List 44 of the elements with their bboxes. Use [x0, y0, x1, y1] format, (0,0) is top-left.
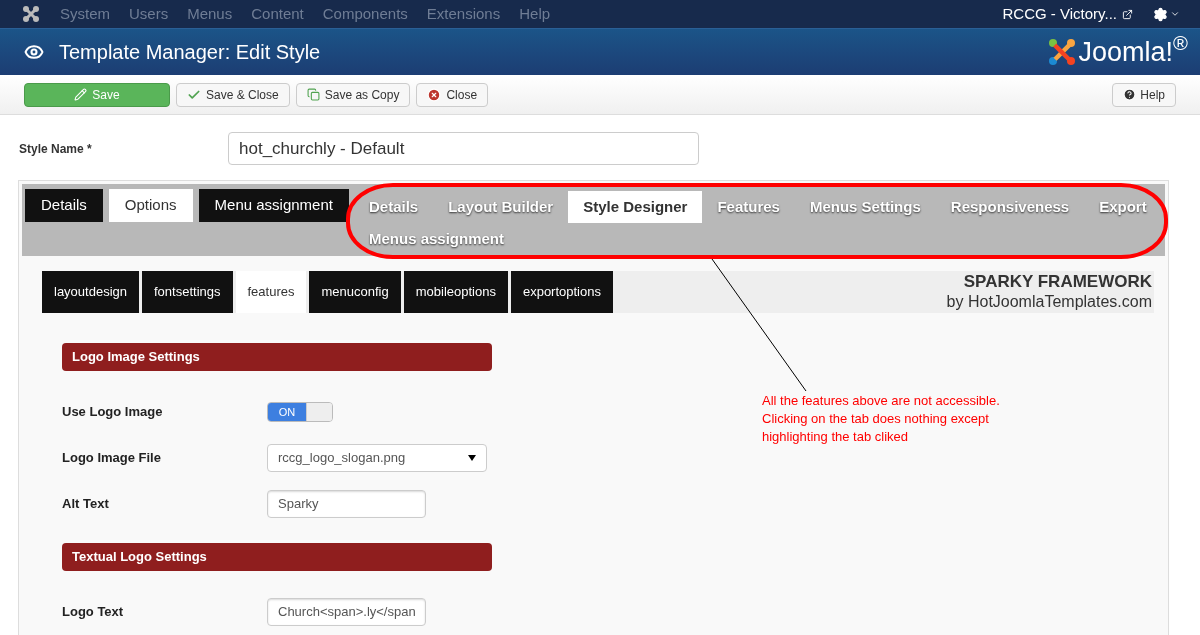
tab[interactable]: fontsettings	[142, 271, 233, 313]
tab[interactable]: Details	[25, 189, 103, 222]
caret-icon	[468, 455, 476, 461]
section-header: Textual Logo Settings	[62, 543, 492, 571]
select-field[interactable]: rccg_logo_slogan.png	[267, 444, 487, 472]
caret-icon	[1170, 9, 1180, 19]
tab[interactable]: Options	[108, 189, 193, 222]
external-link-icon	[1122, 8, 1133, 20]
field-label: Style Name *	[19, 140, 93, 158]
tab[interactable]: Style Designer	[568, 191, 703, 223]
brand-byline: by HotJoomlaTemplates.com	[946, 292, 1152, 312]
toolbar-button[interactable]: Save & Close	[176, 82, 290, 107]
style-name-field[interactable]: hot_churchly - Default	[228, 132, 699, 165]
joomla-icon[interactable]	[22, 5, 40, 23]
tab[interactable]: features	[235, 271, 307, 313]
toolbar-button[interactable]: Close	[416, 82, 489, 107]
toggle-label: ON	[268, 403, 306, 421]
tab[interactable]: exportoptions	[510, 271, 613, 313]
joomla-logo-text: Joomla!$^{®}$	[1078, 38, 1188, 66]
edit-icon	[74, 88, 88, 101]
field-label: Use Logo Image	[62, 403, 164, 422]
tab[interactable]: layoutdesign	[42, 271, 139, 313]
help-button[interactable]: Help	[1112, 82, 1176, 107]
field-label: Logo Image File	[62, 449, 162, 468]
input-field[interactable]: Sparky	[267, 490, 426, 518]
section-header: Logo Image Settings	[62, 343, 492, 371]
settings-icon[interactable]	[1153, 6, 1168, 22]
page-title: Template Manager: Edit Style	[59, 40, 321, 65]
brand-title: SPARKY FRAMEWORK	[963, 272, 1152, 292]
tab[interactable]: Menu assignment	[198, 189, 349, 222]
eye-icon	[24, 42, 44, 62]
field-label: Alt Text	[62, 495, 110, 514]
help-icon	[1123, 88, 1137, 101]
tab[interactable]: menuconfig	[309, 271, 401, 313]
toggle-switch[interactable]: ON	[267, 402, 333, 422]
toolbar-button[interactable]: Save as Copy	[295, 82, 411, 107]
joomla-logo-icon	[1046, 37, 1077, 67]
annotation-note: All the features above are not accessible. Clicking on the tab does nothing except highlighting the tab cliked	[762, 392, 1001, 446]
copy-icon	[306, 88, 320, 101]
close-icon	[427, 87, 442, 102]
site-link[interactable]: RCCG - Victory...	[1002, 2, 1117, 26]
field-label: Logo Text	[62, 603, 125, 622]
tab[interactable]: mobileoptions	[403, 271, 508, 313]
input-field[interactable]: Church<span>.ly</span	[267, 598, 426, 626]
